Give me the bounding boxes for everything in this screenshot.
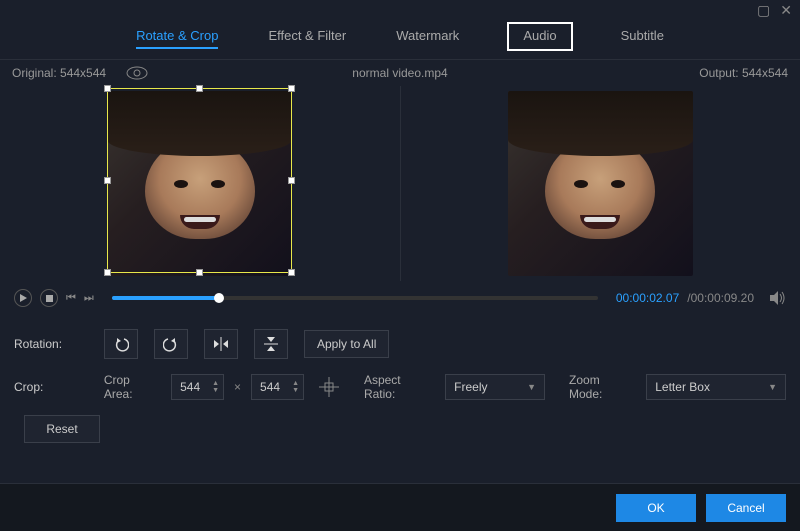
crop-handle[interactable] [288, 177, 295, 184]
crop-width-input[interactable] [172, 380, 208, 394]
tab-audio[interactable]: Audio [509, 24, 570, 49]
flip-horizontal-button[interactable] [204, 329, 238, 359]
tab-bar: Rotate & Crop Effect & Filter Watermark … [0, 20, 800, 60]
crop-handle[interactable] [288, 269, 295, 276]
multiply-symbol: × [234, 380, 241, 394]
cancel-button[interactable]: Cancel [706, 494, 786, 522]
rotate-left-button[interactable] [104, 329, 138, 359]
timeline-slider[interactable] [112, 296, 598, 300]
crop-handle[interactable] [104, 269, 111, 276]
crop-height-stepper[interactable]: ▲▼ [251, 374, 304, 400]
apply-to-all-button[interactable]: Apply to All [304, 330, 389, 358]
preview-toggle-icon[interactable] [126, 66, 148, 80]
chevron-down-icon: ▼ [527, 382, 536, 392]
preview-area [0, 86, 800, 281]
reset-button[interactable]: Reset [24, 415, 100, 443]
zoom-mode-label: Zoom Mode: [569, 373, 636, 401]
crop-handle[interactable] [196, 269, 203, 276]
output-preview [401, 86, 800, 281]
ok-button[interactable]: OK [616, 494, 696, 522]
crop-handle[interactable] [196, 85, 203, 92]
maximize-icon[interactable]: ▢ [757, 2, 770, 19]
rotation-label: Rotation: [14, 337, 94, 351]
bottom-bar: OK Cancel [0, 483, 800, 531]
chevron-up-icon[interactable]: ▲ [212, 380, 219, 387]
crop-handle[interactable] [104, 177, 111, 184]
crop-selection[interactable] [107, 88, 292, 273]
rotate-right-button[interactable] [154, 329, 188, 359]
chevron-down-icon[interactable]: ▼ [292, 387, 299, 394]
next-frame-button[interactable]: ⏭ [84, 292, 94, 305]
crop-handle[interactable] [288, 85, 295, 92]
crop-width-stepper[interactable]: ▲▼ [171, 374, 224, 400]
crop-area-label: Crop Area: [104, 373, 161, 401]
chevron-up-icon[interactable]: ▲ [292, 380, 299, 387]
crop-handle[interactable] [104, 85, 111, 92]
tab-watermark[interactable]: Watermark [396, 24, 459, 49]
output-label: Output: 544x544 [699, 66, 788, 80]
prev-frame-button[interactable]: ⏮ [66, 292, 76, 305]
crop-height-input[interactable] [252, 380, 288, 394]
filename-label: normal video.mp4 [352, 66, 447, 80]
close-icon[interactable]: ✕ [780, 2, 792, 19]
time-current: 00:00:02.07 [616, 291, 679, 305]
chevron-down-icon[interactable]: ▼ [212, 387, 219, 394]
aspect-ratio-label: Aspect Ratio: [364, 373, 435, 401]
chevron-down-icon: ▼ [768, 382, 777, 392]
volume-icon[interactable] [770, 291, 786, 305]
tab-subtitle[interactable]: Subtitle [621, 24, 664, 49]
settings-panel: Rotation: Apply to All Crop: Crop Area: … [0, 315, 800, 471]
play-button[interactable] [14, 289, 32, 307]
stop-button[interactable] [40, 289, 58, 307]
aspect-ratio-select[interactable]: Freely▼ [445, 374, 545, 400]
free-crop-icon[interactable] [314, 374, 344, 400]
timeline-knob[interactable] [214, 293, 224, 303]
flip-vertical-button[interactable] [254, 329, 288, 359]
playback-controls: ⏮ ⏭ 00:00:02.07/00:00:09.20 [0, 281, 800, 315]
time-total: /00:00:09.20 [687, 291, 754, 305]
original-label: Original: 544x544 [12, 66, 106, 80]
crop-label: Crop: [14, 380, 94, 394]
info-bar: Original: 544x544 normal video.mp4 Outpu… [0, 60, 800, 86]
zoom-mode-select[interactable]: Letter Box▼ [646, 374, 786, 400]
output-image [508, 91, 693, 276]
tab-effect-filter[interactable]: Effect & Filter [268, 24, 346, 49]
tab-rotate-crop[interactable]: Rotate & Crop [136, 24, 218, 49]
original-preview[interactable] [0, 86, 400, 281]
